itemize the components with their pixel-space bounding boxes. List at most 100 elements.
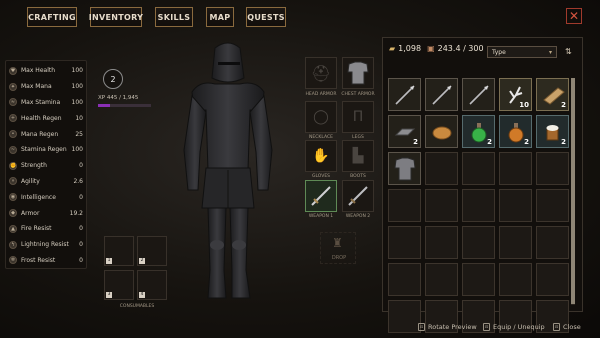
inventory-slot[interactable] <box>425 78 458 111</box>
necklace-slot[interactable]: ◯ <box>305 101 337 133</box>
item-quantity: 2 <box>561 101 566 109</box>
head-armor-slot[interactable]: ⛑ <box>305 57 337 89</box>
tab-inventory[interactable]: INVENTORY <box>89 7 143 27</box>
slot-number: 2 <box>139 258 145 264</box>
boots-icon: ▙ <box>352 148 364 164</box>
stat-value: 0 <box>79 241 83 249</box>
inventory-slot[interactable] <box>462 189 495 222</box>
sort-icon[interactable]: ⇅ <box>565 47 572 56</box>
inventory-slot[interactable] <box>499 226 532 259</box>
stat-label: Agility <box>21 177 40 185</box>
sword-icon <box>348 186 368 206</box>
stats-panel: ♥ Max Health 100 ✦ Max Mana 100 ≈ Max Stamina… <box>5 60 87 269</box>
slot-number: 1 <box>106 258 112 264</box>
item-quantity: 10 <box>519 101 529 109</box>
inventory-slot[interactable] <box>499 263 532 296</box>
inventory-slot[interactable] <box>388 263 421 296</box>
inventory-panel: ▰ 1,098 ▣ 243.4 / 300 Type ▾ ⇅ 10 2 2 2 2 2 <box>382 37 583 333</box>
weapon1-slot[interactable] <box>305 180 337 212</box>
tab-map[interactable]: MAP <box>206 7 234 27</box>
inventory-slot[interactable] <box>536 189 569 222</box>
inventory-slot[interactable] <box>462 78 495 111</box>
stat-label: Mana Regen <box>21 130 59 138</box>
stat-label: Intelligence <box>21 193 56 201</box>
stat-row: » Agility 2.6 <box>9 174 83 190</box>
boots-label: BOOTS <box>350 174 366 179</box>
consumables-label: CONSUMABLES <box>119 304 155 309</box>
stat-value: 25 <box>75 130 83 138</box>
stat-value: 0 <box>79 162 83 170</box>
snowflake-icon: ❄ <box>9 256 17 265</box>
inventory-slot[interactable] <box>425 263 458 296</box>
type-filter-value: Type <box>492 49 506 56</box>
stat-value: 100 <box>71 67 83 75</box>
stat-row: ◆ Armor 19.2 <box>9 205 83 221</box>
drop-label: DROP <box>331 255 347 261</box>
inventory-slot[interactable]: 2 <box>536 78 569 111</box>
spear-icon <box>429 82 455 108</box>
consumable-slot[interactable]: 2 <box>137 236 167 266</box>
item-quantity: 2 <box>561 138 566 146</box>
slot-number: 3 <box>106 292 112 298</box>
tab-crafting[interactable]: CRAFTING <box>27 7 77 27</box>
drop-icon: • <box>9 130 17 139</box>
tab-skills[interactable]: SKILLS <box>155 7 193 27</box>
tab-quests[interactable]: QUESTS <box>246 7 286 27</box>
stat-row: ✊ Strength 0 <box>9 158 83 174</box>
consumable-slot[interactable]: 1 <box>104 236 134 266</box>
character-preview[interactable] <box>170 40 285 305</box>
consumable-slot[interactable]: 4 <box>137 270 167 300</box>
inventory-slot[interactable]: 2 <box>388 115 421 148</box>
legs-slot[interactable]: Π <box>342 101 374 133</box>
gloves-slot[interactable]: ✋ <box>305 140 337 172</box>
inventory-scrollbar[interactable] <box>571 78 575 305</box>
inventory-slot[interactable]: 10 <box>499 78 532 111</box>
stat-row: • Mana Regen 25 <box>9 126 83 142</box>
stat-value: 0 <box>79 193 83 201</box>
spear-icon <box>466 82 492 108</box>
inventory-slot[interactable] <box>536 226 569 259</box>
inventory-slot[interactable] <box>462 263 495 296</box>
equip-label: Equip / Unequip <box>493 323 545 331</box>
scrollbar-thumb[interactable] <box>571 78 575 304</box>
weapon2-slot[interactable] <box>342 180 374 212</box>
stat-row: ◉ Intelligence 0 <box>9 189 83 205</box>
inventory-slot[interactable]: 2 <box>499 115 532 148</box>
inventory-slot[interactable] <box>462 152 495 185</box>
spear-icon <box>392 82 418 108</box>
wind-icon: ~ <box>9 145 17 154</box>
inventory-slot[interactable] <box>499 152 532 185</box>
mana-icon: ✦ <box>9 82 17 91</box>
inventory-slot[interactable] <box>425 226 458 259</box>
chest-armor-slot[interactable] <box>342 57 374 89</box>
drop-area[interactable]: ♜ DROP <box>320 232 356 264</box>
inventory-slot[interactable] <box>425 152 458 185</box>
inventory-slot[interactable] <box>462 226 495 259</box>
inventory-slot[interactable] <box>388 152 421 185</box>
stat-row: ~ Stamina Regen 100 <box>9 142 83 158</box>
inventory-slot[interactable]: 2 <box>462 115 495 148</box>
inventory-slot[interactable] <box>388 300 421 333</box>
inventory-slot[interactable] <box>388 78 421 111</box>
stat-row: ❄ Frost Resist 0 <box>9 253 83 269</box>
type-filter-select[interactable]: Type ▾ <box>487 46 557 58</box>
fist-icon: ✊ <box>9 161 17 170</box>
gold-icon: ▰ <box>389 44 396 53</box>
inventory-slot[interactable] <box>388 189 421 222</box>
stat-label: Max Mana <box>21 83 52 91</box>
lightning-icon: ϟ <box>9 240 17 249</box>
inventory-slot[interactable] <box>536 263 569 296</box>
inventory-slot[interactable] <box>425 115 458 148</box>
inventory-slot[interactable] <box>499 189 532 222</box>
inventory-slot[interactable] <box>425 189 458 222</box>
boots-slot[interactable]: ▙ <box>342 140 374 172</box>
inventory-slot[interactable] <box>536 152 569 185</box>
inventory-slot[interactable]: 2 <box>536 115 569 148</box>
stat-row: ϟ Lightning Resist 0 <box>9 237 83 253</box>
close-button[interactable]: ✕ <box>566 8 582 24</box>
consumable-slot[interactable]: 3 <box>104 270 134 300</box>
slot-number: 4 <box>139 292 145 298</box>
inventory-slot[interactable] <box>388 226 421 259</box>
bag-icon: ♜ <box>332 236 343 250</box>
stat-label: Fire Resist <box>21 225 52 233</box>
